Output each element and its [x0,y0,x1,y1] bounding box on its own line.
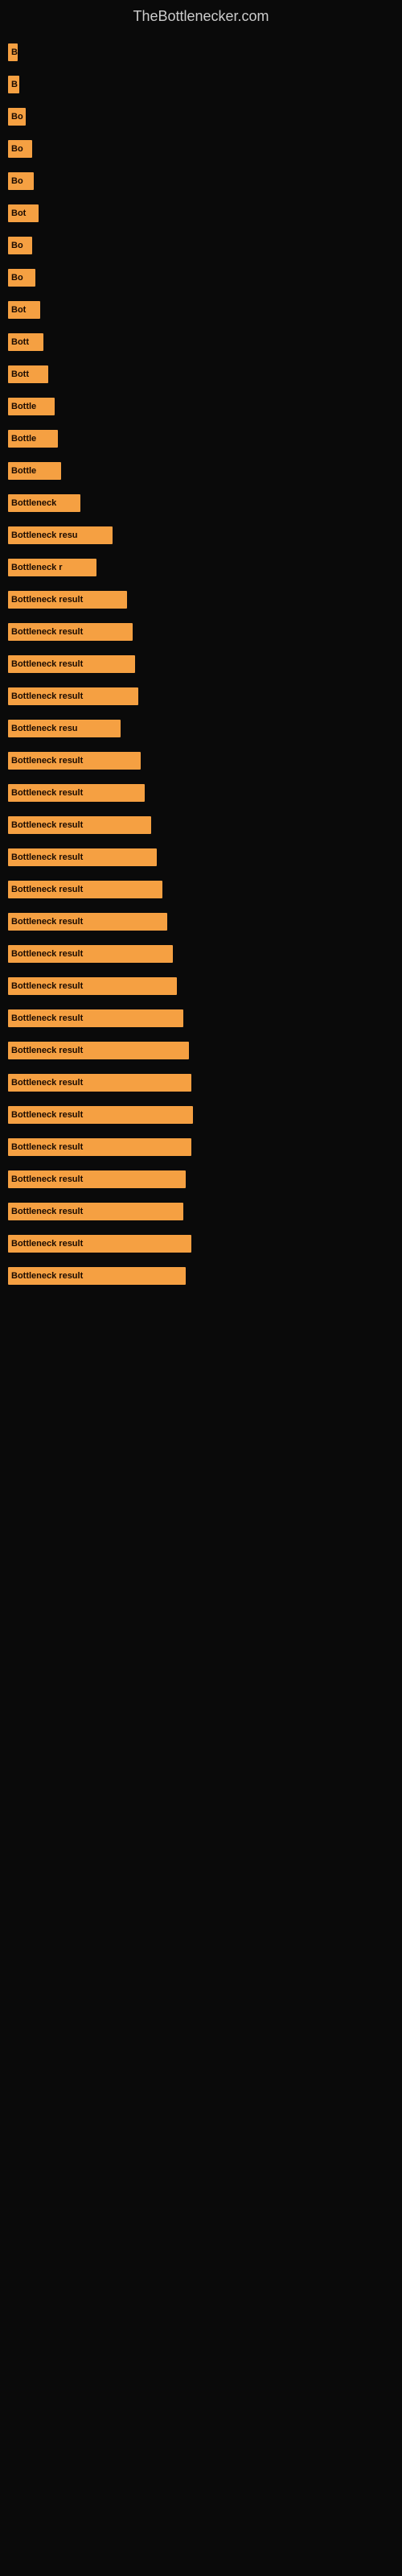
bar-row: Bottleneck result [8,878,394,901]
bar-row: Bottleneck result [8,846,394,869]
bar-row: Bottleneck result [8,782,394,804]
bar-row: Bottleneck result [8,1168,394,1191]
bar-row: Bottle [8,395,394,418]
bar-row: Bottleneck result [8,975,394,997]
bar-item: Bottleneck result [8,1009,183,1027]
bar-item: Bo [8,269,35,287]
bar-row: Bo [8,266,394,289]
bar-row: Bottleneck [8,492,394,514]
bar-item: Bott [8,333,43,351]
bar-item: Bottleneck result [8,1042,189,1059]
bar-item: Bottleneck result [8,591,127,609]
bar-row: Bottleneck result [8,1039,394,1062]
bar-row: Bottleneck result [8,910,394,933]
bar-item: Bottleneck result [8,1235,191,1253]
bar-row: Bottleneck result [8,621,394,643]
bar-item: Bottleneck [8,494,80,512]
bar-item: Bottleneck result [8,913,167,931]
bar-item: Bottleneck result [8,1267,186,1285]
bar-item: Bottleneck result [8,816,151,834]
bar-item: Bo [8,108,26,126]
bar-row: Bottleneck resu [8,717,394,740]
bar-item: Bottleneck result [8,623,133,641]
bar-row: Bottleneck result [8,943,394,965]
bar-item: Bottle [8,430,58,448]
bar-item: Bo [8,237,32,254]
bar-item: Bottleneck result [8,945,173,963]
bar-item: Bottleneck result [8,881,162,898]
bar-item: Bot [8,204,39,222]
bar-item: Bottleneck result [8,784,145,802]
bar-item: Bottleneck result [8,687,138,705]
bar-item: Bottle [8,398,55,415]
bar-row: Bo [8,138,394,160]
bar-item: Bo [8,140,32,158]
bar-row: Bo [8,105,394,128]
bar-item: Bottle [8,462,61,480]
bar-item: Bottleneck result [8,1170,186,1188]
bar-item: Bot [8,301,40,319]
bar-row: B [8,73,394,96]
bar-item: Bottleneck resu [8,526,113,544]
bar-row: Bo [8,234,394,257]
bar-row: Bottleneck result [8,685,394,708]
bar-item: Bottleneck result [8,1138,191,1156]
bar-row: Bottleneck result [8,1007,394,1030]
bar-item: Bottleneck r [8,559,96,576]
bar-row: Bottleneck result [8,1071,394,1094]
bar-row: Bottleneck result [8,749,394,772]
bar-row: B [8,41,394,64]
bar-row: Bottle [8,427,394,450]
bar-item: Bo [8,172,34,190]
bar-row: Bottle [8,460,394,482]
bar-row: Bottleneck result [8,1232,394,1255]
site-title: TheBottlenecker.com [0,0,402,29]
bar-row: Bottleneck result [8,814,394,836]
bar-row: Bottleneck result [8,1200,394,1223]
bar-row: Bottleneck result [8,653,394,675]
bar-row: Bottleneck result [8,1265,394,1287]
bars-container: BB Bo Bo Bo Bot Bo Bo Bot Bott Bott Bottle Bottle Bo… [0,29,402,1305]
bar-item: Bottleneck resu [8,720,121,737]
bar-item: Bottleneck result [8,1106,193,1124]
bar-item: B [8,76,19,93]
bar-row: Bott [8,363,394,386]
bar-item: B [8,43,18,61]
bar-row: Bottleneck r [8,556,394,579]
bar-item: Bottleneck result [8,655,135,673]
bar-item: Bottleneck result [8,1203,183,1220]
bar-item: Bottleneck result [8,977,177,995]
bar-row: Bot [8,202,394,225]
bar-row: Bott [8,331,394,353]
bar-row: Bottleneck result [8,588,394,611]
bar-item: Bottleneck result [8,1074,191,1092]
bar-row: Bottleneck result [8,1104,394,1126]
bar-item: Bottleneck result [8,848,157,866]
bar-row: Bottleneck resu [8,524,394,547]
bar-item: Bottleneck result [8,752,141,770]
bar-row: Bo [8,170,394,192]
bar-row: Bot [8,299,394,321]
bar-item: Bott [8,365,48,383]
bar-row: Bottleneck result [8,1136,394,1158]
